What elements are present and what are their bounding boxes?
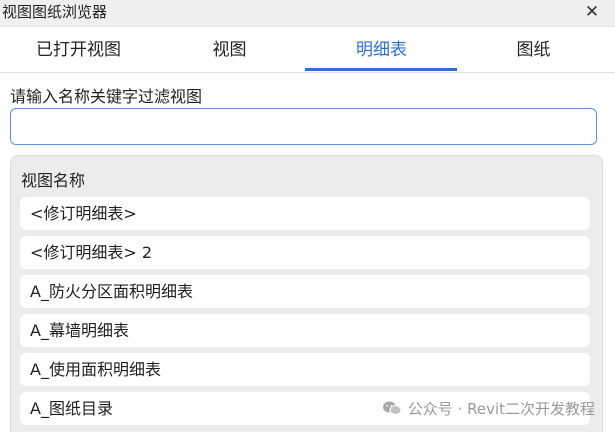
tab-views[interactable]: 视图 bbox=[153, 27, 306, 72]
filter-input[interactable] bbox=[10, 108, 597, 145]
list-header-view-name: 视图名称 bbox=[21, 171, 86, 190]
watermark: 公众号 · Revit二次开发教程 bbox=[382, 397, 595, 419]
view-sheet-browser-window: 视图图纸浏览器 ✕ 已打开视图 视图 明细表 图纸 请输入名称关键字过滤视图 视… bbox=[0, 0, 615, 432]
filter-label: 请输入名称关键字过滤视图 bbox=[10, 87, 203, 106]
tab-bar: 已打开视图 视图 明细表 图纸 bbox=[0, 27, 615, 73]
tab-sheets[interactable]: 图纸 bbox=[457, 27, 610, 72]
tab-opened-views[interactable]: 已打开视图 bbox=[2, 27, 155, 72]
list-item[interactable]: <修订明细表> 2 bbox=[20, 236, 590, 269]
active-tab-indicator bbox=[305, 68, 457, 71]
tab-schedules[interactable]: 明细表 bbox=[305, 27, 458, 72]
title-bar: 视图图纸浏览器 ✕ bbox=[0, 0, 615, 27]
list-item[interactable]: A_使用面积明细表 bbox=[20, 353, 590, 386]
close-icon[interactable]: ✕ bbox=[583, 3, 601, 21]
list-item[interactable]: <修订明细表> bbox=[20, 197, 590, 230]
list-item[interactable]: A_幕墙明细表 bbox=[20, 314, 590, 347]
window-title: 视图图纸浏览器 bbox=[2, 3, 108, 21]
watermark-text: 公众号 · Revit二次开发教程 bbox=[407, 399, 595, 418]
wechat-icon bbox=[382, 401, 402, 415]
list-item[interactable]: A_防火分区面积明细表 bbox=[20, 275, 590, 308]
